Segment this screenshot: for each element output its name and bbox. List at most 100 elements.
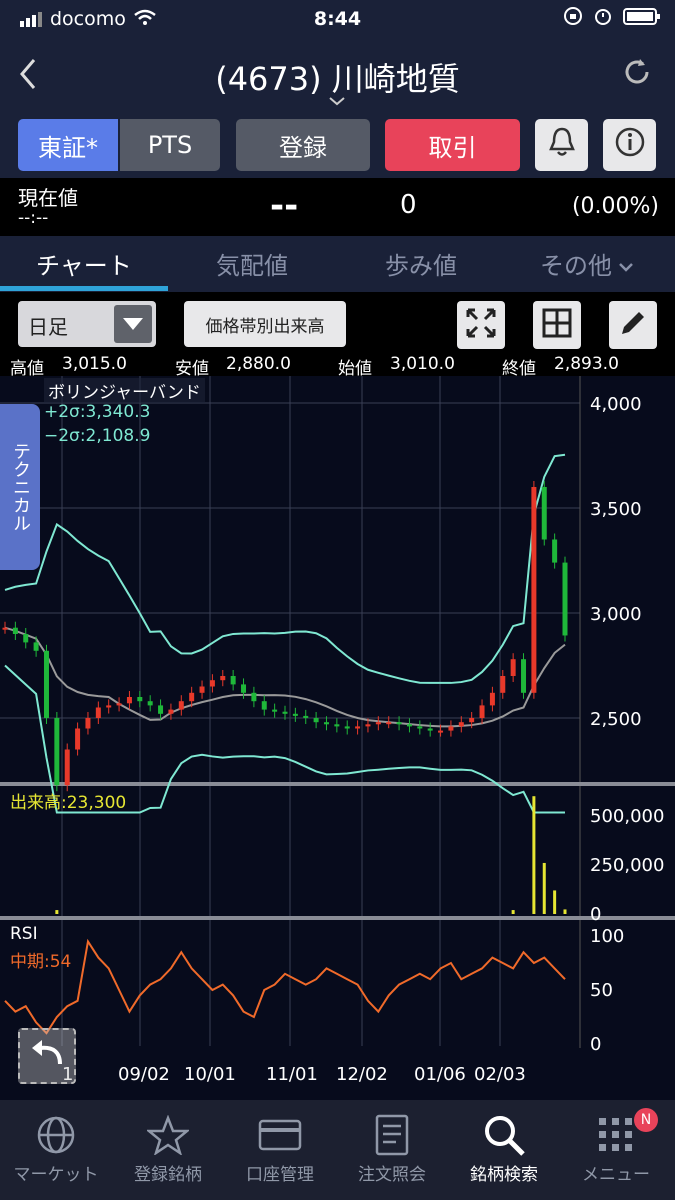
nav-account-label: 口座管理 — [246, 1165, 314, 1185]
candle-body — [458, 722, 464, 727]
info-button[interactable] — [603, 119, 656, 171]
candle-body — [489, 692, 495, 706]
globe-icon — [0, 1110, 112, 1160]
candle-body — [158, 705, 164, 714]
nav-market[interactable]: マーケット — [0, 1110, 112, 1185]
candle-body — [75, 728, 81, 750]
candle-body — [386, 722, 392, 725]
nav-menu-label: メニュー — [582, 1165, 650, 1185]
rsi-label: RSI — [10, 924, 38, 944]
nav-watchlist-label: 登録銘柄 — [134, 1165, 202, 1185]
chevron-down-icon[interactable] — [328, 94, 346, 110]
rotation-lock-icon — [563, 6, 583, 31]
candle-body — [479, 705, 485, 718]
pencil-icon — [618, 308, 648, 342]
open-value: 3,010.0 — [390, 354, 455, 374]
rsi-tick-label: 100 — [590, 926, 624, 947]
volume-tick-label: 250,000 — [590, 855, 664, 876]
dropdown-arrow-icon — [114, 305, 152, 343]
rsi-tick-label: 50 — [590, 980, 613, 1001]
ohlc-row: 高値 3,015.0 安値 2,880.0 始値 3,010.0 終値 2,89… — [0, 352, 675, 379]
bell-icon — [547, 126, 577, 164]
candle-body — [189, 692, 195, 702]
refresh-icon[interactable] — [621, 56, 653, 97]
nav-orders[interactable]: 注文照会 — [336, 1110, 448, 1185]
rsi-tick-label: 0 — [590, 1034, 601, 1055]
candle-body — [251, 692, 257, 702]
tab-other[interactable]: その他 — [540, 246, 634, 281]
current-price: -- — [270, 186, 299, 226]
candle-body — [12, 627, 18, 634]
chart-area[interactable]: 4,000 3,500 3,000 2,500 500,000 250,000 0 100 50… — [0, 376, 675, 1100]
trade-button[interactable]: 取引 — [385, 119, 520, 171]
candle-body — [500, 676, 506, 693]
volume-profile-button[interactable]: 価格帯別出来高 — [184, 301, 346, 347]
volume-bar — [511, 910, 515, 914]
price-tick-label: 3,500 — [590, 499, 642, 520]
candle-body — [375, 722, 381, 725]
bollinger-upper-band — [4, 453, 566, 684]
panel-separator — [0, 916, 675, 920]
nav-search[interactable]: 銘柄検索 — [448, 1110, 560, 1185]
high-value: 3,015.0 — [62, 354, 127, 374]
volume-tick-label: 0 — [590, 904, 601, 925]
nav-market-label: マーケット — [13, 1165, 99, 1185]
candle-body — [43, 650, 49, 718]
candle-body — [23, 634, 29, 643]
scroll-handle[interactable] — [18, 1028, 76, 1084]
x-tick-label: 10/01 — [184, 1064, 236, 1085]
candle-body — [199, 686, 205, 693]
candle-body — [355, 726, 361, 729]
chart-svg[interactable]: 4,0003,5003,0002,500500,000250,000010050… — [0, 376, 675, 1100]
candle-body — [95, 707, 101, 718]
rsi-period-label: 中期:54 — [10, 952, 72, 972]
tab-quotes[interactable]: 気配値 — [216, 246, 288, 281]
quote-panel: 現在値 --:-- -- 0 (0.00%) — [0, 178, 675, 236]
candle-body — [178, 701, 184, 710]
draw-button[interactable] — [609, 301, 657, 349]
document-icon — [336, 1110, 448, 1160]
nav-account[interactable]: 口座管理 — [224, 1110, 336, 1185]
candle-body — [552, 539, 558, 563]
x-tick-label: 02/03 — [474, 1064, 526, 1085]
candle-body — [448, 726, 454, 731]
candle-body — [220, 676, 226, 681]
pts-button[interactable]: PTS — [120, 119, 220, 171]
candle-body — [261, 701, 267, 710]
candle-body — [116, 703, 122, 706]
status-bar: docomo 8:44 — [0, 0, 675, 38]
undo-arrow-icon — [26, 1038, 66, 1078]
panel-separator — [0, 782, 675, 786]
tab-chart[interactable]: チャート — [36, 246, 132, 281]
candle-body — [438, 730, 444, 733]
tse-button[interactable]: 東証* — [18, 119, 118, 171]
period-select[interactable]: 日足 — [18, 301, 156, 347]
nav-menu[interactable]: メニュー N — [560, 1108, 672, 1185]
layout-button[interactable] — [533, 301, 581, 349]
candle-body — [126, 697, 132, 704]
fullscreen-button[interactable] — [457, 301, 505, 349]
tab-indicator — [0, 286, 168, 291]
volume-bar — [542, 862, 546, 914]
tab-bar: チャート 気配値 歩み値 その他 — [0, 236, 675, 292]
candle-body — [230, 676, 236, 685]
candle-body — [510, 659, 516, 676]
x-tick-label: 11/01 — [266, 1064, 318, 1085]
menu-badge: N — [634, 1108, 658, 1132]
volume-label: 出来高:23,300 — [10, 793, 127, 813]
alert-button[interactable] — [535, 119, 588, 171]
register-button[interactable]: 登録 — [236, 119, 370, 171]
search-icon — [448, 1110, 560, 1160]
technical-tab[interactable]: テクニカル — [0, 404, 40, 570]
candle-body — [303, 715, 309, 718]
nav-watchlist[interactable]: 登録銘柄 — [112, 1110, 224, 1185]
info-icon — [614, 126, 646, 164]
candle-body — [541, 487, 547, 540]
tab-ticks[interactable]: 歩み値 — [385, 246, 457, 281]
candle-body — [292, 713, 298, 716]
tab-other-label: その他 — [540, 252, 612, 280]
bollinger-label: ボリンジャーバンド — [44, 378, 205, 403]
candle-body — [282, 711, 288, 714]
x-tick-label: 01/06 — [414, 1064, 466, 1085]
x-tick-label: 09/02 — [118, 1064, 170, 1085]
